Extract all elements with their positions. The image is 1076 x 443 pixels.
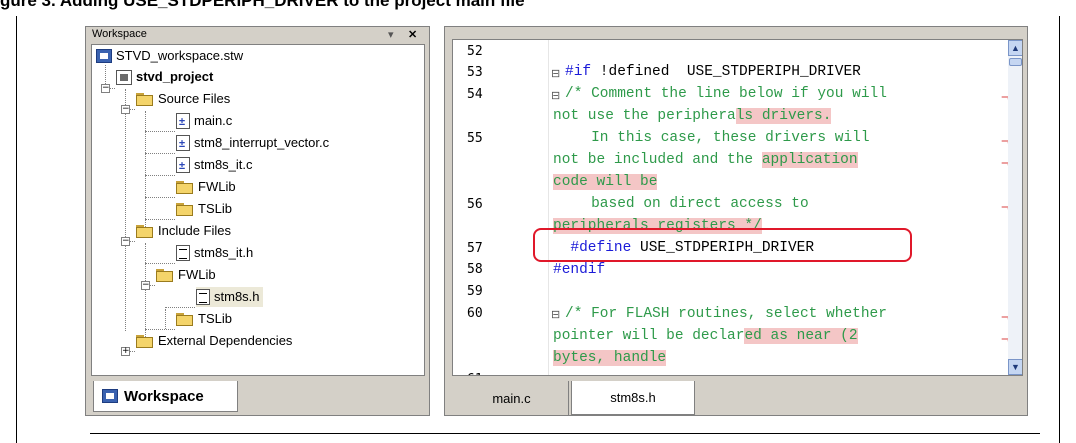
tree-connector [165, 307, 195, 308]
project-icon [116, 69, 132, 85]
tree-connector [145, 329, 175, 330]
tree-connector [145, 219, 175, 220]
tree-item-workspace-file[interactable]: STVD_workspace.stw [96, 46, 243, 66]
tree-connector [125, 89, 126, 331]
editor-panel: 52 53 54 55 56 57 58 59 60 61 ⊟ ⊟ ⊟ #if … [444, 26, 1028, 416]
close-icon[interactable]: ✕ [408, 28, 417, 41]
code-line: /* Comment the line below if you will [565, 86, 887, 102]
h-file-icon [176, 245, 190, 261]
c-file-icon [176, 134, 190, 154]
folder-icon [136, 334, 154, 348]
gutter-divider [548, 40, 549, 375]
collapse-icon[interactable]: − [141, 281, 150, 290]
line-number: 54 [467, 87, 483, 102]
vertical-scrollbar[interactable]: ▲ ▼ [1008, 40, 1022, 375]
collapse-icon[interactable]: − [121, 237, 130, 246]
code-line: code will be [553, 174, 658, 190]
tree-item-stm8s-h[interactable]: stm8s.h [196, 287, 263, 307]
line-number: 58 [467, 262, 483, 277]
code-line: #endif [553, 262, 606, 278]
c-file-icon [176, 156, 190, 176]
tab-stm8s-h[interactable]: stm8s.h [571, 381, 695, 415]
workspace-tree: STVD_workspace.stw − stvd_project − Sour… [91, 44, 425, 376]
tree-item-interrupt-vector-c[interactable]: stm8_interrupt_vector.c [176, 133, 329, 154]
code-line: not be included and the application [553, 152, 858, 168]
tree-connector [145, 131, 175, 132]
c-file-icon [176, 112, 190, 132]
code-line: bytes, handle [553, 350, 667, 366]
code-line: In this case, these drivers will [565, 130, 870, 146]
tree-item-external-dependencies[interactable]: External Dependencies [136, 331, 292, 351]
figure-bottom-rule [90, 433, 1040, 434]
fold-icon[interactable]: ⊟ [551, 308, 560, 321]
define-highlight-box [533, 228, 912, 262]
tree-item-fwlib[interactable]: FWLib [176, 177, 236, 197]
tree-connector [165, 309, 166, 329]
tree-connector [145, 175, 175, 176]
tree-item-stm8s-it-h[interactable]: stm8s_it.h [176, 243, 253, 263]
tree-item-project[interactable]: stvd_project [116, 67, 213, 87]
folder-open-icon [136, 224, 154, 238]
tree-item-include-fwlib[interactable]: FWLib [156, 265, 216, 285]
code-line: pointer will be declared as near (2 [553, 328, 858, 344]
scroll-down-icon[interactable]: ▼ [1008, 359, 1022, 375]
tree-item-main-c[interactable]: main.c [176, 111, 232, 132]
collapse-icon[interactable]: − [101, 84, 110, 93]
line-number: 53 [467, 65, 483, 80]
workspace-icon [102, 389, 118, 403]
collapse-icon[interactable]: − [121, 105, 130, 114]
folder-icon [176, 312, 194, 326]
scroll-up-icon[interactable]: ▲ [1008, 40, 1022, 56]
line-number: 61 [467, 372, 483, 375]
tree-connector [145, 263, 175, 264]
tree-item-tslib[interactable]: TSLib [176, 199, 232, 219]
tree-item-include-files[interactable]: Include Files [136, 221, 231, 241]
figure-caption: gure 3. Adding USE_STDPERIPH_DRIVER to t… [0, 0, 525, 10]
folder-icon [176, 180, 194, 194]
tree-item-source-files[interactable]: Source Files [136, 89, 230, 109]
code-line: not use the peripherals drivers. [553, 108, 832, 124]
expand-icon[interactable]: + [121, 347, 130, 356]
line-number: 60 [467, 306, 483, 321]
tree-item-include-tslib[interactable]: TSLib [176, 309, 232, 329]
scroll-thumb[interactable] [1009, 58, 1022, 66]
workspace-tab[interactable]: Workspace [93, 381, 238, 412]
line-number: 57 [467, 241, 483, 256]
line-number: 52 [467, 44, 483, 59]
workspace-panel: Workspace ▾ ✕ STVD_workspace.stw − stvd_… [85, 26, 430, 416]
pin-icon[interactable]: ▾ [388, 28, 394, 41]
line-number: 56 [467, 197, 483, 212]
line-number: 55 [467, 131, 483, 146]
folder-open-icon [156, 268, 174, 282]
folder-icon [176, 202, 194, 216]
code-line: #if !defined USE_STDPERIPH_DRIVER [565, 64, 861, 80]
workspace-title: Workspace [92, 28, 147, 40]
workspace-icon [96, 49, 112, 63]
code-editor[interactable]: 52 53 54 55 56 57 58 59 60 61 ⊟ ⊟ ⊟ #if … [452, 39, 1023, 376]
tree-connector [145, 197, 175, 198]
folder-open-icon [136, 92, 154, 106]
tree-connector [145, 243, 146, 341]
fold-icon[interactable]: ⊟ [551, 89, 560, 102]
workspace-titlebar: Workspace ▾ ✕ [88, 28, 427, 42]
code-line: /* For FLASH routines, select whether [565, 306, 887, 322]
tree-connector [145, 153, 175, 154]
line-number: 59 [467, 284, 483, 299]
tree-item-stm8s-it-c[interactable]: stm8s_it.c [176, 155, 253, 176]
code-line: based on direct access to [565, 196, 809, 212]
tab-main-c[interactable]: main.c [455, 381, 569, 415]
tree-connector [145, 111, 146, 229]
fold-icon[interactable]: ⊟ [551, 67, 560, 80]
h-file-icon [196, 289, 210, 305]
